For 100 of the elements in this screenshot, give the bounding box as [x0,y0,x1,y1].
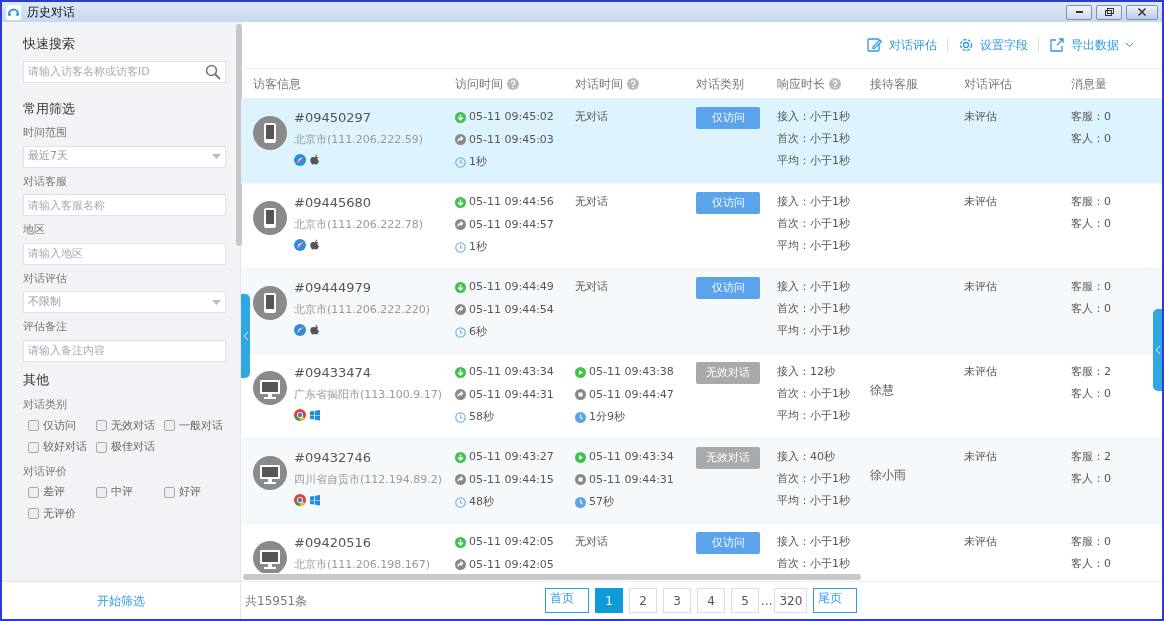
visit-time: 05-11 09:44:54 [469,301,554,318]
filter-label: 对话类别 [23,397,68,413]
monitor-avatar-icon [253,456,287,490]
windows-logo-icon [309,493,321,506]
apple-logo-icon [309,238,321,251]
windows-logo-icon [309,408,321,421]
minimize-button[interactable] [1066,4,1092,20]
response-time: 接入：小于1秒 [777,279,851,295]
restore-button[interactable] [1096,4,1122,20]
checkbox-option[interactable]: 中评 [96,484,164,501]
section-title: 其他 [23,370,50,389]
toolbar-button[interactable]: 导出数据 [1039,36,1144,54]
arrival-icon [455,451,466,463]
input-field[interactable]: 请输入客服名称 [23,194,226,216]
arrival-icon [455,196,466,208]
filter-label: 对话客服 [23,173,68,190]
page-nav-button[interactable]: 首页 [545,588,589,613]
dropdown-field[interactable]: 最近7天 [23,145,226,168]
response-time: 接入：小于1秒 [777,534,851,550]
page-button[interactable]: 3 [663,588,691,613]
scrollbar-thumb[interactable] [243,574,861,580]
phone-avatar-icon [253,286,287,320]
dropdown-field[interactable]: 不限制 [23,291,226,313]
response-time: 接入：12秒 [777,364,836,380]
table-row[interactable]: #09450297 北京市(111.206.222.59) 05-11 09:45:02 05-11 09:45:03 1秒 无对话 仅访问 接入：小于1秒 首次：小于1秒 平均：小于1秒 未评估 客服：0 客人：0 [241,99,1162,184]
agent-name: 徐小雨 [870,467,907,484]
checkbox-option[interactable]: 仅访问 [28,417,96,434]
visit-time: 6秒 [469,324,487,340]
message-count: 客人：0 [1071,386,1112,402]
arrival-icon [455,111,466,123]
close-icon [1138,8,1146,16]
close-button[interactable] [1126,4,1158,20]
settings-icon [958,37,974,53]
help-icon [829,77,841,90]
section-title: 快速搜索 [23,35,76,53]
filter-label: 时间范围 [23,125,68,141]
page-nav-button[interactable]: 尾页 [813,588,858,613]
message-count: 客人：0 [1071,471,1112,487]
clock-icon [455,241,466,253]
column-header: 响应时长 [777,75,825,93]
table-row[interactable]: #09432746 四川省自贡市(112.194.89.2) 05-11 09:43:27 05-11 09:44:15 48秒 05-11 09:43:34 05-11 09:44:31 57秒 无效对话 接入：40秒 首次：小于1秒 平均：小于1秒 徐小雨 未评估 客服：2 客人：0 [241,439,1162,524]
chat-time: 57秒 [589,494,614,510]
checkbox-option[interactable]: 差评 [28,484,96,501]
page-button[interactable]: 2 [629,588,657,613]
visitor-id: #09444979 [294,279,373,297]
arrival-icon [455,281,466,293]
dropdown-caret-icon [212,154,221,159]
total-count: 共15951条 [245,592,309,610]
column-header: 对话类别 [696,75,744,93]
checkbox-option[interactable]: 无评价 [28,505,96,522]
compass-icon [294,238,306,251]
table-row[interactable]: #09444979 北京市(111.206.222.220) 05-11 09:44:49 05-11 09:44:54 6秒 无对话 仅访问 接入：小于1秒 首次：小于1秒 平均：小于1秒 未评估 客服：0 客人：0 [241,269,1162,354]
page-button[interactable]: 1 [595,588,623,613]
visitor-location: 四川省自贡市(112.194.89.2) [294,472,443,488]
apply-filter-button[interactable]: 开始筛选 [91,590,151,611]
checkbox-option[interactable]: 无效对话 [96,417,164,434]
collapse-handle[interactable] [241,294,250,378]
input-field[interactable]: 请输入备注内容 [23,339,226,362]
chat-time: 05-11 09:44:31 [589,471,674,488]
visit-time: 05-11 09:44:31 [469,386,554,403]
collapse-handle[interactable] [1153,309,1162,391]
scrollbar-thumb[interactable] [236,24,242,246]
chrome-logo-icon [294,493,306,506]
timer-icon [575,496,586,508]
dropdown-caret-icon [212,299,221,305]
message-count: 客服：0 [1071,194,1112,210]
visit-time: 1秒 [469,154,487,170]
filter-label: 评估备注 [23,319,68,335]
section-title: 常用筛选 [23,99,76,118]
response-time: 平均：小于1秒 [777,493,851,509]
departure-icon [455,389,466,401]
message-count: 客服：2 [1071,449,1112,465]
chevron-left-icon [242,331,249,341]
chat-time: 05-11 09:43:34 [589,449,674,465]
visitor-id: #09432746 [294,449,373,467]
clock-icon [455,156,466,168]
input-field[interactable]: 请输入地区 [23,242,226,265]
visitor-location: 北京市(111.206.222.220) [294,302,431,318]
search-field[interactable]: 请输入访客名称或访客ID [23,60,226,83]
checkbox-option[interactable]: 较好对话 [28,439,96,456]
chat-time: 05-11 09:43:38 [589,364,674,380]
page-button[interactable]: 5 [731,588,759,613]
response-time: 平均：小于1秒 [777,408,851,424]
checkbox-option[interactable]: 好评 [164,484,232,501]
phone-avatar-icon [253,116,287,150]
timer-icon [575,411,586,423]
message-count: 客服：0 [1071,534,1112,550]
checkbox-option[interactable]: 极佳对话 [96,439,164,456]
toolbar-button[interactable]: 设置字段 [948,36,1038,54]
clock-icon [455,326,466,338]
apple-logo-icon [309,153,321,166]
page-button[interactable]: 320 [774,588,808,613]
response-time: 首次：小于1秒 [777,131,851,147]
page-button[interactable]: 4 [697,588,725,613]
toolbar-button[interactable]: 对话评估 [857,36,947,54]
checkbox-option[interactable]: 一般对话 [164,417,232,434]
play-icon [575,451,586,463]
message-count: 客人：0 [1071,556,1112,572]
message-count: 客服：0 [1071,279,1112,295]
response-time: 首次：小于1秒 [777,471,851,487]
